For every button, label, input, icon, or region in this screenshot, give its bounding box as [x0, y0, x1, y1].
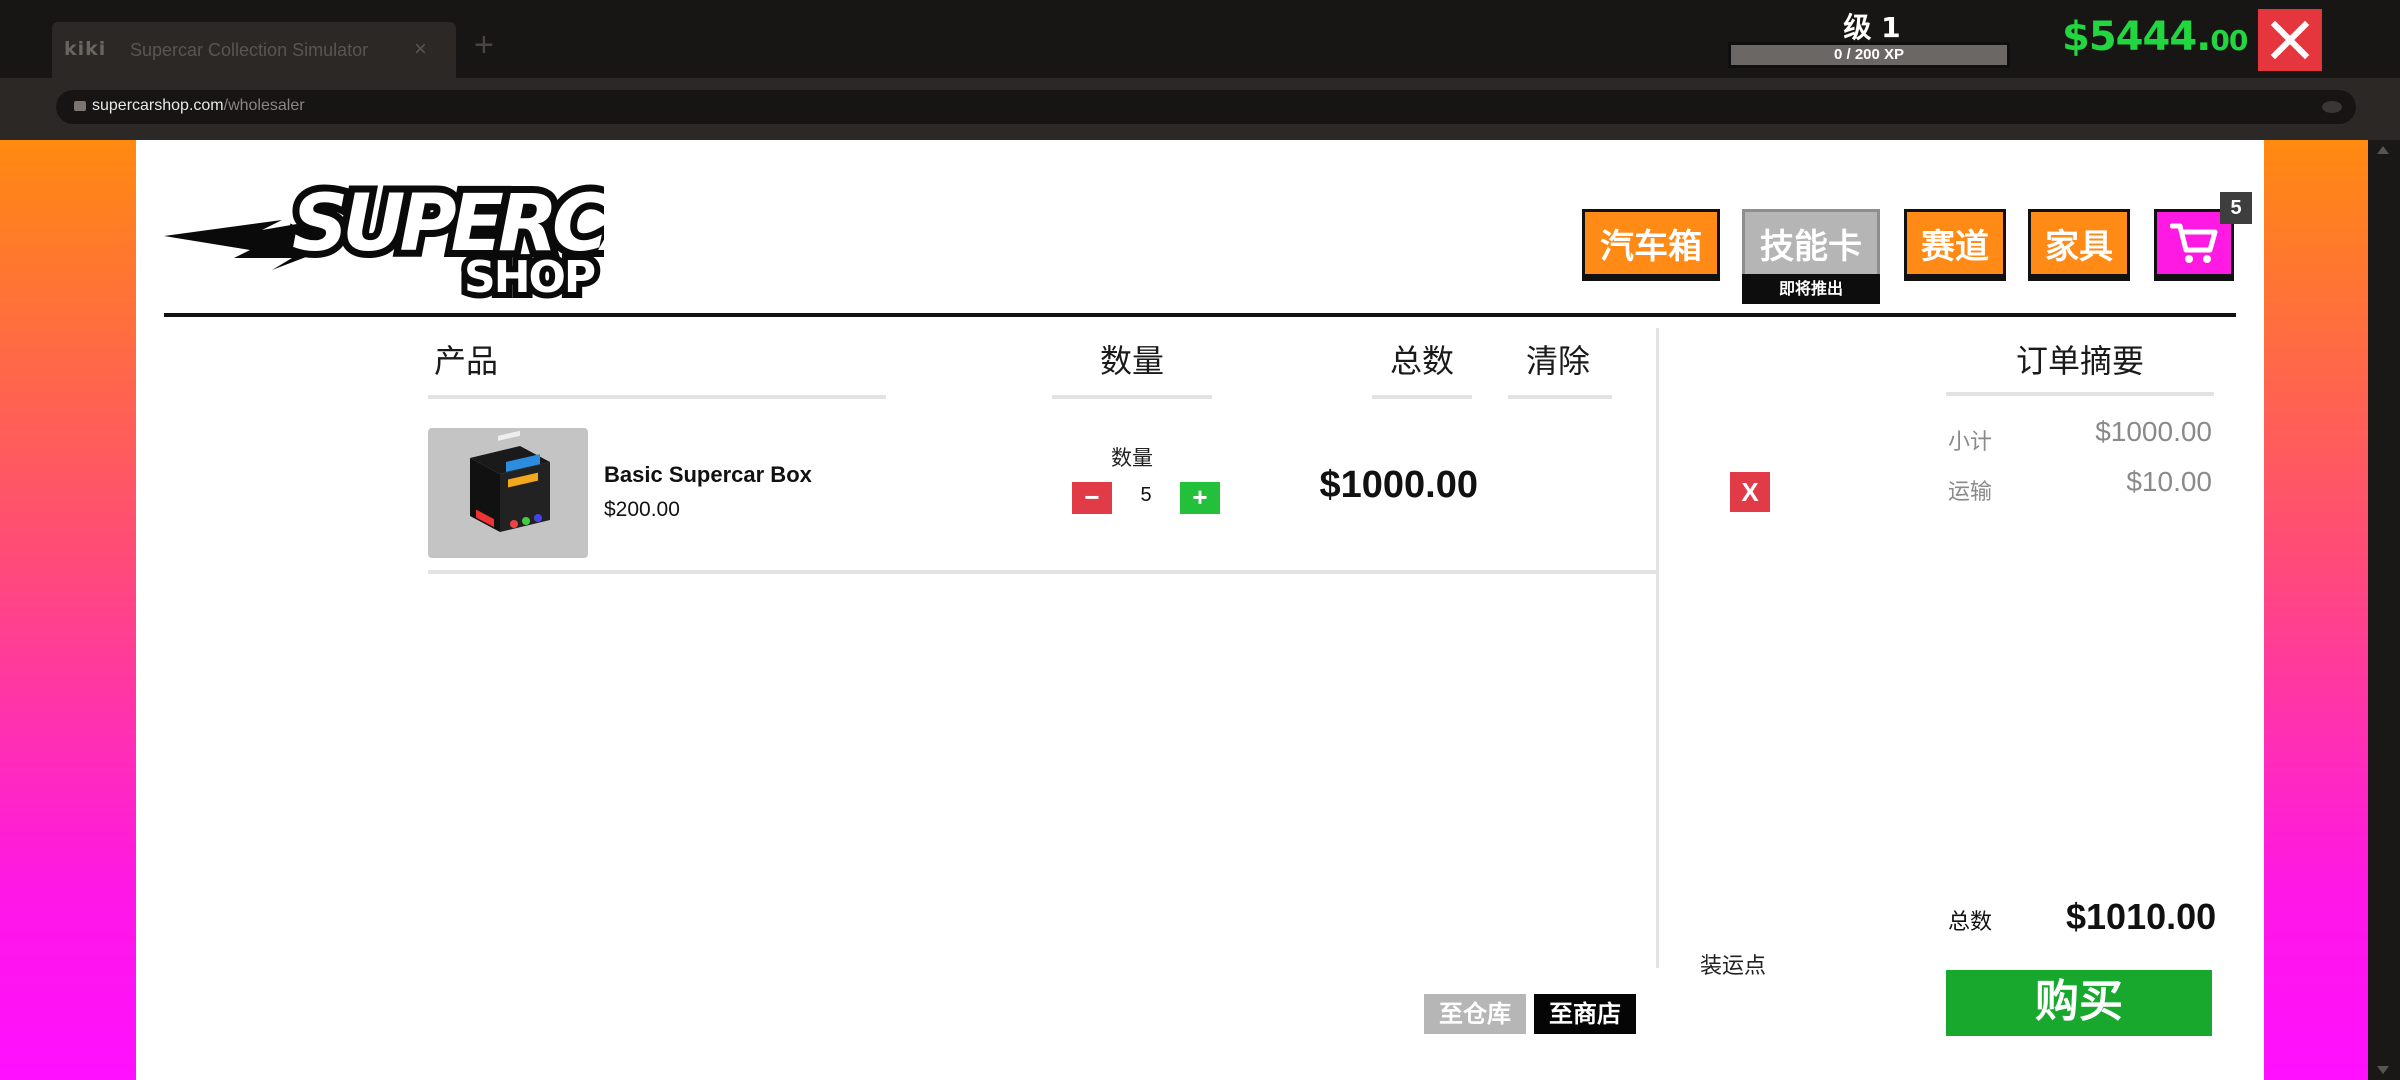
new-tab-icon[interactable]: + — [474, 28, 494, 62]
row-total: $1000.00 — [1319, 464, 1479, 506]
shipping-point-label: 装运点 — [1699, 954, 1766, 979]
grand-total-value: $1010.00 — [2066, 896, 2217, 937]
coming-soon-badge: 即将推出 — [1742, 274, 1880, 304]
shipping-cost-label: 运输 — [1948, 480, 1993, 505]
row-divider — [428, 570, 1656, 574]
supercar-shop-logo: SUPERCAR SHOP — [164, 172, 604, 302]
increase-quantity-button[interactable]: + — [1180, 482, 1220, 514]
xp-text: 0 / 200 XP — [1833, 46, 1905, 63]
tab-title: Supercar Collection Simulator — [130, 40, 369, 60]
nav-furniture-button[interactable]: 家具 — [2028, 209, 2130, 277]
browser-tab[interactable]: kiki Supercar Collection Simulator × — [52, 22, 456, 78]
scrollbar[interactable] — [2368, 140, 2400, 1080]
header-underline — [1372, 395, 1472, 399]
lock-icon — [74, 101, 86, 111]
buy-button[interactable]: 购买 — [1946, 970, 2212, 1036]
product-unit-price: $200.00 — [604, 498, 680, 521]
header-divider — [164, 313, 2236, 317]
column-header-quantity: 数量 — [1099, 342, 1164, 380]
quantity-value: 5 — [1140, 484, 1152, 506]
grand-total-label: 总数 — [1948, 910, 1993, 935]
column-header-clear: 清除 — [1525, 342, 1590, 380]
tab-logo: kiki — [64, 38, 107, 60]
header-underline — [1508, 395, 1612, 399]
car-box-image — [470, 430, 550, 532]
header-underline — [1052, 395, 1212, 399]
money-cents: 00 — [2210, 24, 2248, 57]
address-bar[interactable]: supercarshop.com/wholesaler — [56, 90, 2356, 124]
tab-close-icon[interactable]: × — [414, 36, 427, 62]
shopping-cart-icon — [2170, 223, 2218, 263]
product-thumbnail — [428, 428, 588, 558]
decrease-quantity-button[interactable]: − — [1072, 482, 1112, 514]
nav-crates-button[interactable]: 汽车箱 — [1582, 209, 1720, 277]
column-separator — [1656, 328, 1659, 968]
money-main: $5444. — [2062, 14, 2211, 60]
shipping-cost-value: $10.00 — [2126, 466, 2212, 497]
subtotal-value: $1000.00 — [2095, 416, 2212, 447]
cart-count-badge: 5 — [2220, 192, 2252, 224]
quantity-label: 数量 — [1111, 446, 1153, 470]
scroll-up-icon[interactable] — [2377, 146, 2389, 154]
xp-progress-bar: 0 / 200 XP — [1728, 42, 2010, 68]
cart-row: Basic Supercar Box $200.00 数量 − 5 + $100… — [428, 428, 1770, 572]
address-bar-area: supercarshop.com/wholesaler — [0, 78, 2400, 140]
shop-page: SUPERCAR SHOP 汽车箱 技能卡 即将推出 赛道 家具 5 产品 数量… — [136, 140, 2264, 1080]
column-header-total: 总数 — [1389, 342, 1454, 380]
nav-cards-button: 技能卡 — [1742, 209, 1880, 277]
url-text: supercarshop.com/wholesaler — [92, 97, 305, 115]
scroll-down-icon[interactable] — [2377, 1066, 2389, 1074]
level-label: 级 1 — [1843, 11, 1901, 44]
ship-to-store-button[interactable]: 至商店 — [1534, 994, 1636, 1034]
logo-word-bottom: SHOP — [464, 252, 595, 302]
url-path: /wholesaler — [223, 97, 305, 114]
summary-underline — [1946, 392, 2214, 396]
remove-item-button[interactable]: X — [1730, 472, 1770, 512]
money-display: $5444.00 — [2062, 14, 2248, 60]
url-domain: supercarshop.com — [92, 97, 224, 114]
header-underline — [428, 395, 886, 399]
eye-icon[interactable] — [2322, 101, 2342, 113]
close-game-button[interactable] — [2258, 9, 2322, 71]
column-header-product: 产品 — [434, 342, 499, 380]
ship-to-warehouse-button[interactable]: 至仓库 — [1424, 994, 1526, 1034]
nav-track-button[interactable]: 赛道 — [1904, 209, 2006, 277]
close-icon — [2270, 20, 2310, 60]
browser-top-bar: kiki Supercar Collection Simulator × + 级… — [0, 0, 2400, 78]
product-name: Basic Supercar Box — [604, 462, 812, 487]
order-summary-title: 订单摘要 — [2015, 342, 2144, 380]
subtotal-label: 小计 — [1948, 430, 1993, 455]
